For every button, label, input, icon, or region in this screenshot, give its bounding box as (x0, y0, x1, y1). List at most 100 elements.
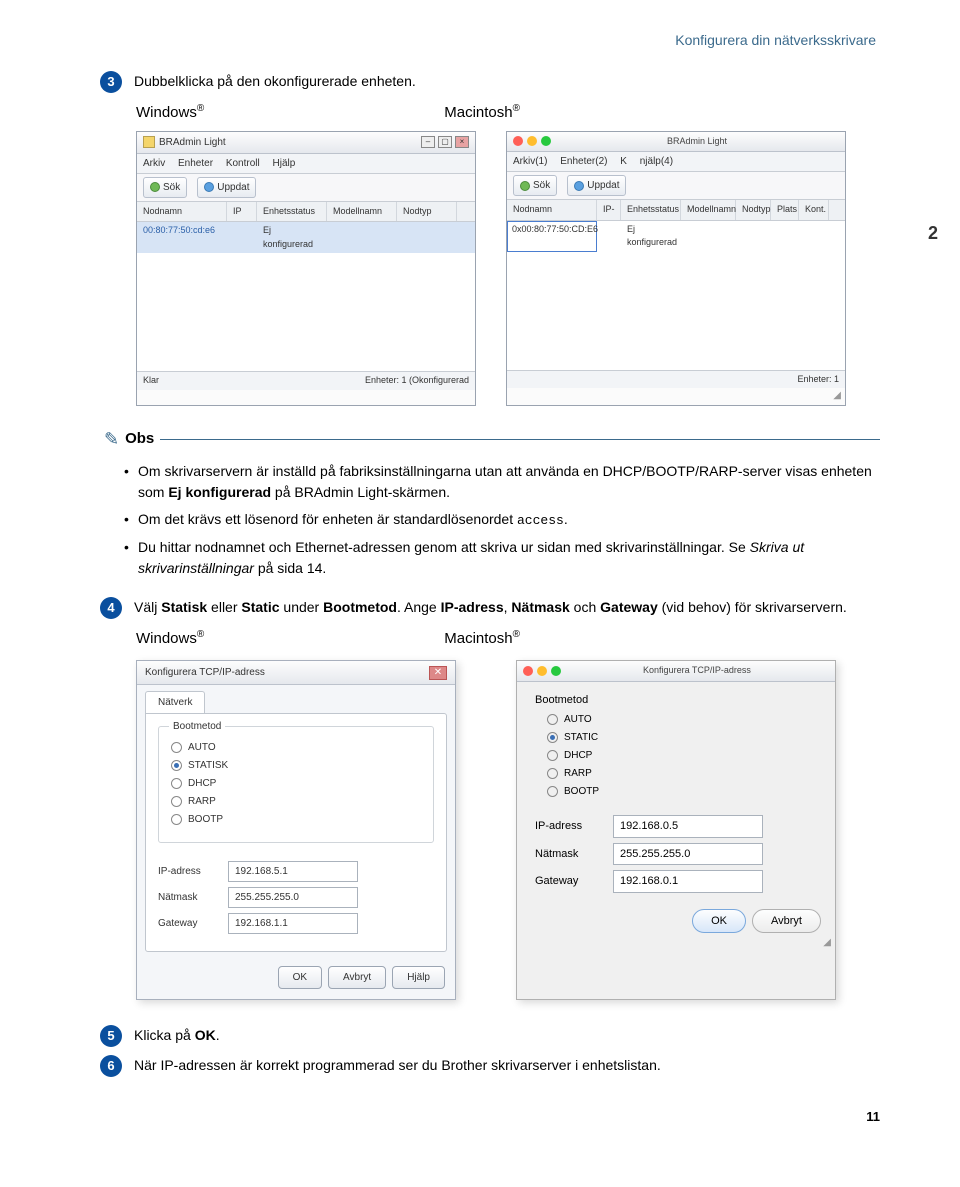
radio-rarp[interactable]: RARP (171, 794, 421, 809)
ok-button[interactable]: OK (278, 966, 322, 989)
mac-radio-static[interactable]: STATIC (547, 730, 817, 745)
mac-radio-dhcp[interactable]: DHCP (547, 748, 817, 763)
mac-refresh-button[interactable]: Uppdat (567, 175, 626, 196)
os-windows-label-2: Windows® (136, 627, 204, 651)
radio-auto[interactable]: AUTO (171, 740, 421, 755)
step-4-text: Välj Statisk eller Static under Bootmeto… (134, 597, 880, 618)
mac-search-button[interactable]: Sök (513, 175, 557, 196)
mac-zoom-icon[interactable] (551, 666, 561, 676)
list-item[interactable]: 00:80:77:50:cd:e6 Ej konfigurerad (137, 222, 475, 253)
mac-tcpip-dialog: Konfigurera TCP/IP-adress Bootmetod AUTO… (516, 660, 836, 1000)
gw-label: Gateway (158, 916, 218, 931)
mac-close-icon[interactable] (523, 666, 533, 676)
menu-hjalp-mac[interactable]: njälp(4) (640, 156, 673, 167)
list-item[interactable]: 0x00:80:77:50:CD:E6 Ej konfigurerad (507, 221, 845, 252)
mac-radio-auto[interactable]: AUTO (547, 712, 817, 727)
mac-ok-button[interactable]: OK (692, 909, 746, 934)
step-3-bullet: 3 (100, 71, 122, 93)
gw-input[interactable]: 192.168.1.1 (228, 913, 358, 934)
resize-handle-icon[interactable]: ◢ (517, 935, 835, 952)
menu-arkiv[interactable]: Arkiv (143, 158, 165, 169)
os-mac-label-2: Macintosh® (444, 627, 520, 651)
menu-enheter[interactable]: Enheter (178, 158, 213, 169)
col-plats[interactable]: Plats (771, 200, 799, 220)
search-button[interactable]: Sök (143, 177, 187, 198)
col-model[interactable]: Modellnamn (327, 202, 397, 222)
mac-close-icon[interactable] (513, 136, 523, 146)
maximize-icon[interactable]: ▢ (438, 136, 452, 148)
col-nodnamn[interactable]: Nodnamn (137, 202, 227, 222)
screenshot-row-1: BRAdmin Light – ▢ × Arkiv Enheter Kontro… (136, 131, 880, 407)
mac-ip-label: IP-adress (535, 818, 603, 835)
os-labels-1: Windows® Macintosh® (136, 101, 880, 125)
mac-list-body: 0x00:80:77:50:CD:E6 Ej konfigurerad (507, 221, 845, 371)
col-nodtyp[interactable]: Nodtyp (397, 202, 457, 222)
col-kont[interactable]: Kont. (799, 200, 829, 220)
os-mac-label: Macintosh® (444, 101, 520, 125)
page-number: 11 (100, 1107, 880, 1127)
col-model[interactable]: Modellnamn (681, 200, 736, 220)
col-status[interactable]: Enhetsstatus (257, 202, 327, 222)
win-toolbar: Sök Uppdat (137, 174, 475, 202)
refresh-button[interactable]: Uppdat (197, 177, 256, 198)
close-icon[interactable]: ✕ (429, 666, 447, 680)
row-node: 0x00:80:77:50:CD:E6 (507, 221, 597, 252)
note-item-1: Om skrivarservern är inställd på fabriks… (124, 461, 880, 503)
ip-input[interactable]: 192.168.5.1 (228, 861, 358, 882)
search-icon (150, 182, 160, 192)
mac-minimize-icon[interactable] (537, 666, 547, 676)
step-3: 3 Dubbelklicka på den okonfigurerade enh… (100, 71, 880, 93)
mac-menubar[interactable]: Arkiv(1) Enheter(2) K njälp(4) (507, 152, 845, 172)
step-4: 4 Välj Statisk eller Static under Bootme… (100, 597, 880, 619)
mac-radio-bootp[interactable]: BOOTP (547, 784, 817, 799)
step-6-text: När IP-adressen är korrekt programmerad … (134, 1055, 880, 1076)
row-status: Ej konfigurerad (257, 222, 327, 253)
radio-bootp[interactable]: BOOTP (171, 812, 421, 827)
mac-mask-input[interactable]: 255.255.255.0 (613, 843, 763, 866)
step-6-bullet: 6 (100, 1055, 122, 1077)
menu-enheter-mac[interactable]: Enheter(2) (560, 156, 607, 167)
chapter-side-number: 2 (928, 220, 938, 247)
col-nodnamn[interactable]: Nodnamn (507, 200, 597, 220)
mac-mask-row: Nätmask 255.255.255.0 (535, 843, 817, 866)
step-4-bullet: 4 (100, 597, 122, 619)
radio-dhcp[interactable]: DHCP (171, 776, 421, 791)
mac-cancel-button[interactable]: Avbryt (752, 909, 821, 934)
mac-minimize-icon[interactable] (527, 136, 537, 146)
mac-gw-input[interactable]: 192.168.0.1 (613, 870, 763, 893)
mac-list-header: Nodnamn IP- Enhetsstatus Modellnamn Nodt… (507, 200, 845, 221)
win-menubar[interactable]: Arkiv Enheter Kontroll Hjälp (137, 154, 475, 174)
ip-field-row: IP-adress 192.168.5.1 (158, 861, 434, 882)
radio-statisk[interactable]: STATISK (171, 758, 421, 773)
resize-handle-icon[interactable]: ◢ (507, 388, 845, 405)
gw-field-row: Gateway 192.168.1.1 (158, 913, 434, 934)
col-status[interactable]: Enhetsstatus (621, 200, 681, 220)
col-nodtyp[interactable]: Nodtyp (736, 200, 771, 220)
mac-ip-input[interactable]: 192.168.0.5 (613, 815, 763, 838)
step-6: 6 När IP-adressen är korrekt programmera… (100, 1055, 880, 1077)
win-dlg-buttons: OK Avbryt Hjälp (137, 960, 455, 999)
mac-zoom-icon[interactable] (541, 136, 551, 146)
mac-bradmin-window: BRAdmin Light Arkiv(1) Enheter(2) K njäl… (506, 131, 846, 407)
menu-k-mac[interactable]: K (620, 156, 627, 167)
mac-dlg-buttons: OK Avbryt (517, 903, 835, 936)
mask-input[interactable]: 255.255.255.0 (228, 887, 358, 908)
menu-hjalp[interactable]: Hjälp (273, 158, 296, 169)
mac-radio-rarp[interactable]: RARP (547, 766, 817, 781)
tab-natverk[interactable]: Nätverk (145, 691, 205, 713)
col-ip[interactable]: IP- (597, 200, 621, 220)
note-item-3: Du hittar nodnamnet och Ethernet-adresse… (124, 537, 880, 579)
win-controls[interactable]: – ▢ × (421, 136, 469, 148)
minimize-icon[interactable]: – (421, 136, 435, 148)
help-button[interactable]: Hjälp (392, 966, 445, 989)
menu-kontroll[interactable]: Kontroll (226, 158, 260, 169)
group-title: Bootmetod (169, 719, 225, 734)
col-ip[interactable]: IP (227, 202, 257, 222)
win-dlg-tabs: Nätverk (137, 685, 455, 713)
cancel-button[interactable]: Avbryt (328, 966, 386, 989)
step-3-text: Dubbelklicka på den okonfigurerade enhet… (134, 71, 880, 92)
search-icon (520, 181, 530, 191)
close-icon[interactable]: × (455, 136, 469, 148)
menu-arkiv-mac[interactable]: Arkiv(1) (513, 156, 547, 167)
mac-titlebar: BRAdmin Light (507, 132, 845, 153)
